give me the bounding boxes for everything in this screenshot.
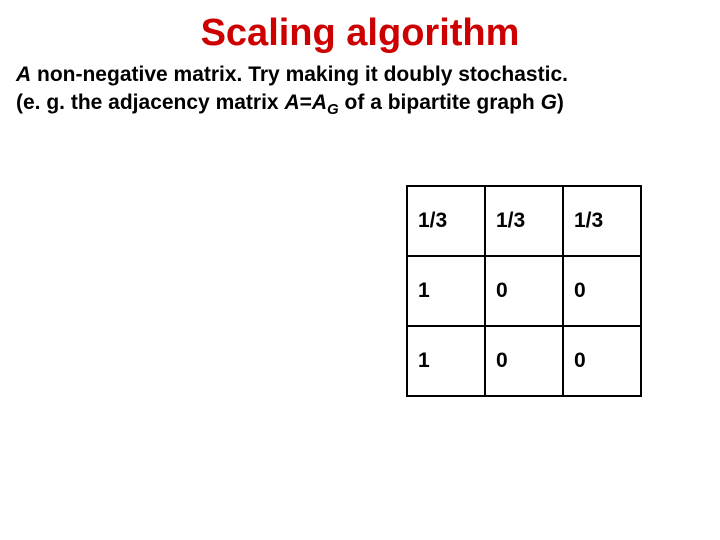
slide-description: A non-negative matrix. Try making it dou…	[0, 61, 720, 121]
matrix-cell: 0	[563, 256, 641, 326]
matrix-cell: 1	[407, 326, 485, 396]
var-A2: A	[284, 91, 299, 114]
table-row: 1/3 1/3 1/3	[407, 186, 641, 256]
matrix-container: 1/3 1/3 1/3 1 0 0 1 0 0	[406, 185, 642, 397]
eq-sign: =	[300, 91, 312, 114]
sub-G: G	[327, 102, 339, 119]
matrix-cell: 1/3	[407, 186, 485, 256]
var-A3: A	[312, 91, 327, 114]
slide-title: Scaling algorithm	[0, 0, 720, 61]
matrix-cell: 0	[485, 256, 563, 326]
matrix-cell: 1/3	[485, 186, 563, 256]
desc-text-4: )	[557, 91, 564, 114]
matrix-cell: 1/3	[563, 186, 641, 256]
matrix-cell: 1	[407, 256, 485, 326]
table-row: 1 0 0	[407, 326, 641, 396]
var-A1: A	[16, 63, 31, 86]
desc-text-1: non-negative matrix. Try making it doubl…	[31, 63, 568, 86]
matrix-cell: 0	[485, 326, 563, 396]
table-row: 1 0 0	[407, 256, 641, 326]
matrix-cell: 0	[563, 326, 641, 396]
matrix-table: 1/3 1/3 1/3 1 0 0 1 0 0	[406, 185, 642, 397]
var-G: G	[541, 91, 557, 114]
desc-text-3: of a bipartite graph	[339, 91, 541, 114]
desc-text-2: (e. g. the adjacency matrix	[16, 91, 284, 114]
